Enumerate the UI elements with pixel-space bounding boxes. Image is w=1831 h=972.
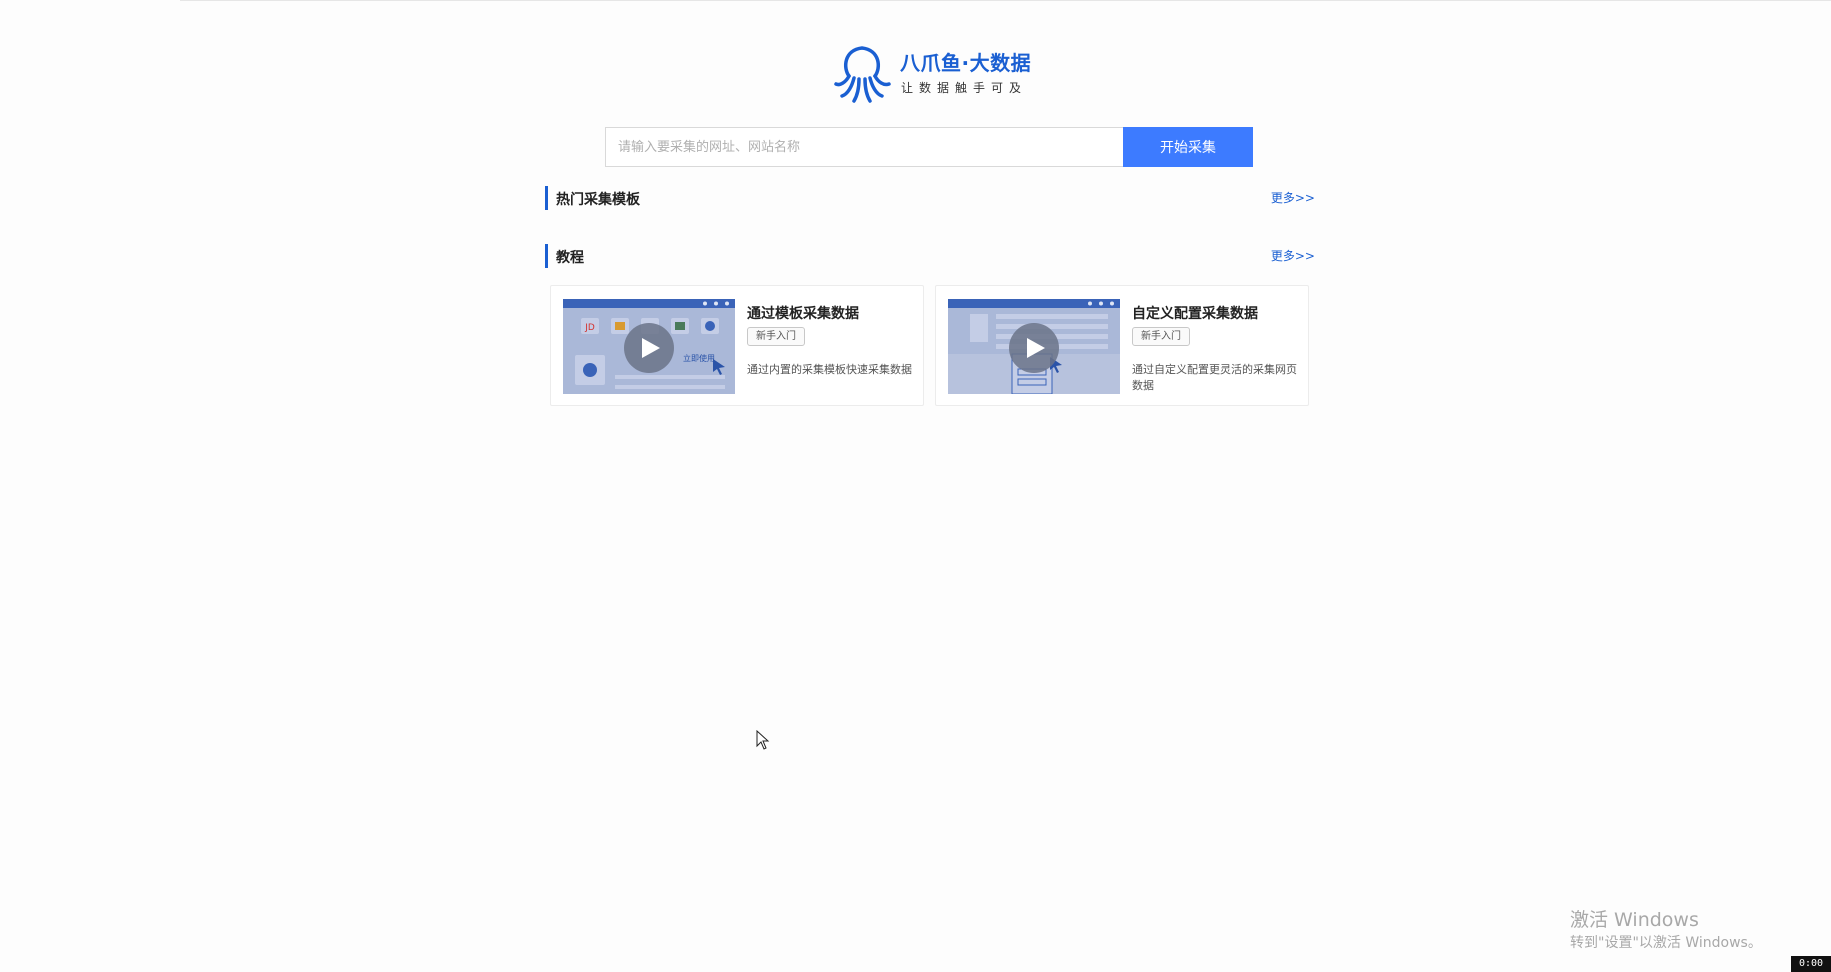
hot-templates-header: 热门采集模板 更多>> [545, 186, 1315, 210]
top-divider [180, 0, 1831, 1]
tutorial-card-custom[interactable]: 自定义配置采集数据 新手入门 通过自定义配置更灵活的采集网页数据 [935, 285, 1309, 406]
tutorial-card-template[interactable]: JD 立即使用 通过模板采集数据 新手入门 通过内置的采集模板快速采集数据 [550, 285, 924, 406]
search-bar: 开始采集 [605, 127, 1253, 167]
hot-templates-more-link[interactable]: 更多>> [1271, 189, 1315, 206]
section-accent-bar [545, 186, 548, 210]
section-accent-bar [545, 244, 548, 268]
app-root: 八爪鱼·大数据 让数据触手可及 开始采集 热门采集模板 更多>> 教程 更多>>… [0, 0, 1831, 972]
thumb-use-now-label: 立即使用 [683, 353, 715, 363]
video-thumbnail[interactable] [948, 299, 1120, 394]
octopus-icon [834, 46, 891, 103]
beginner-tag: 新手入门 [1132, 327, 1190, 346]
brand-name: 八爪鱼·大数据 [900, 51, 1032, 75]
brand-logo: 八爪鱼·大数据 让数据触手可及 [832, 42, 1032, 106]
tutorials-title: 教程 [556, 250, 584, 266]
beginner-tag: 新手入门 [747, 327, 805, 346]
search-input[interactable] [605, 127, 1123, 167]
tutorials-more-link[interactable]: 更多>> [1271, 247, 1315, 264]
recording-timer: 0:00 [1791, 956, 1831, 972]
card-description: 通过自定义配置更灵活的采集网页数据 [1132, 363, 1297, 392]
brand-slogan: 让数据触手可及 [901, 81, 1028, 95]
mouse-cursor-icon [756, 730, 770, 750]
hot-templates-title: 热门采集模板 [556, 192, 640, 208]
thumb-jd-logo: JD [584, 323, 595, 333]
activation-watermark-title: 激活 Windows [1570, 909, 1699, 931]
video-thumbnail[interactable]: JD 立即使用 [563, 299, 735, 394]
card-title: 通过模板采集数据 [747, 306, 859, 322]
card-title: 自定义配置采集数据 [1132, 306, 1258, 322]
start-collect-button[interactable]: 开始采集 [1123, 127, 1253, 167]
activation-watermark-subtitle: 转到"设置"以激活 Windows。 [1570, 935, 1762, 951]
card-description: 通过内置的采集模板快速采集数据 [747, 363, 912, 376]
tutorials-header: 教程 更多>> [545, 244, 1315, 268]
